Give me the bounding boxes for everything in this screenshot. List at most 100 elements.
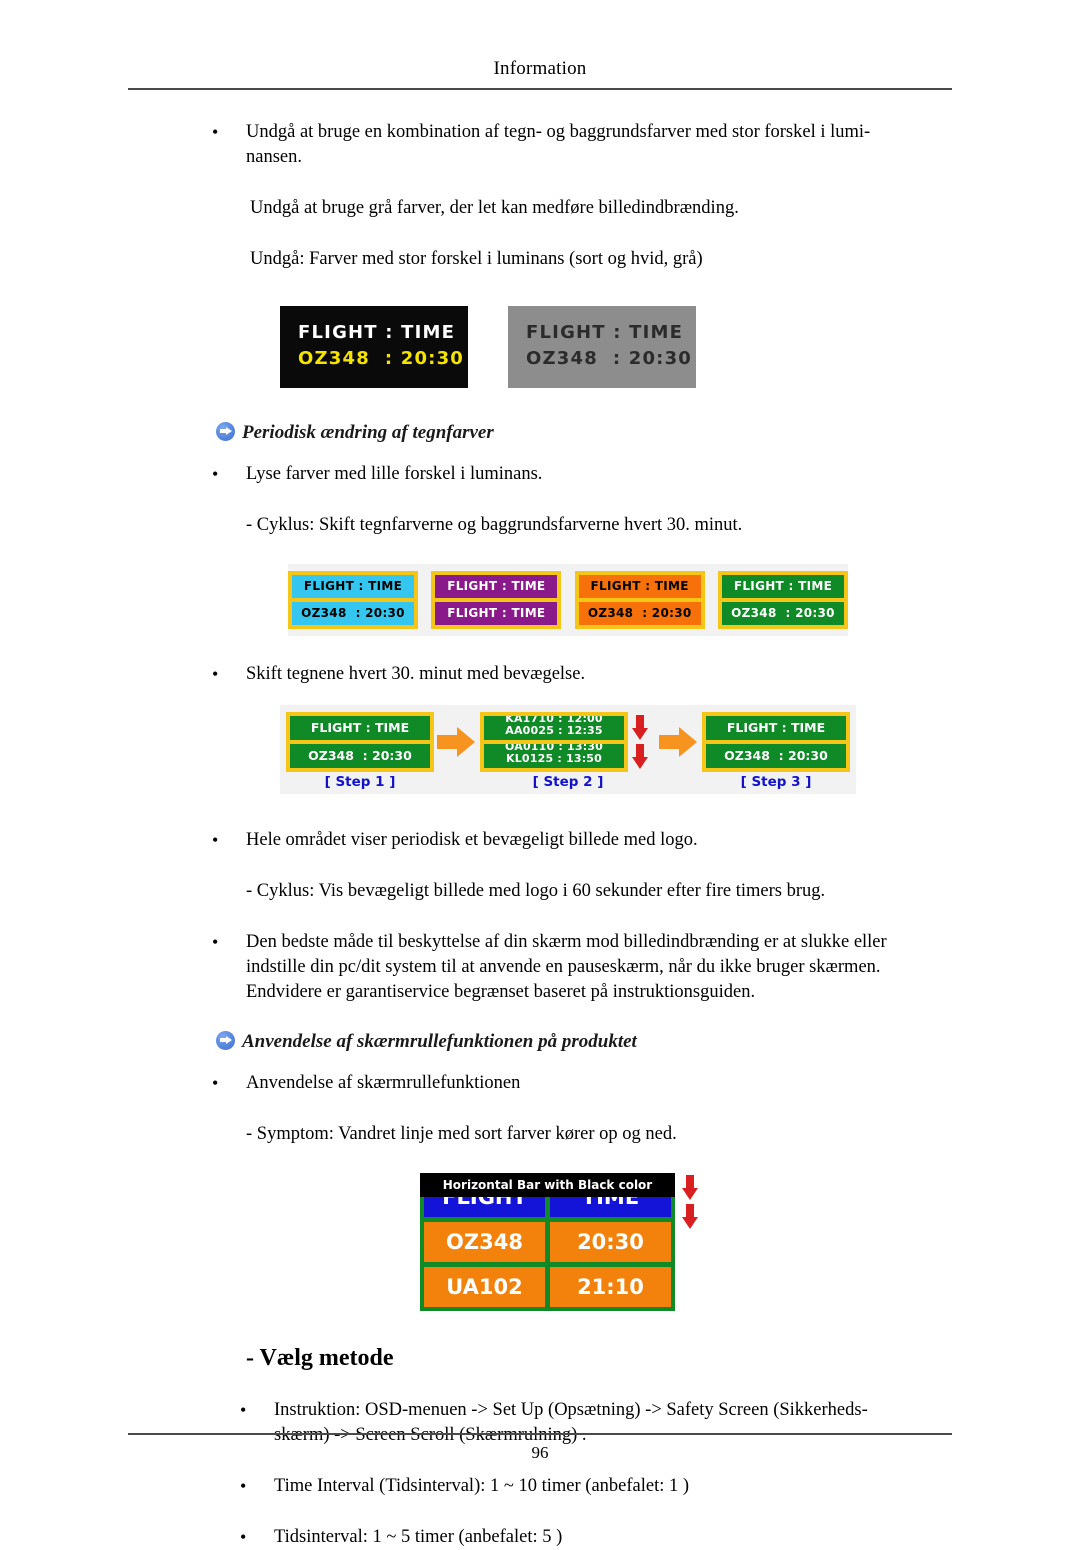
list-item: • Lyse farver med lille forskel i lumina… [128, 462, 952, 487]
page-number: 96 [531, 1443, 549, 1462]
header-title: Information [493, 58, 587, 79]
board-cell-2030: 20:30 [550, 1222, 671, 1262]
figure-steps: FLIGHT : TIME OZ348 : 20:30 KA1710 : 12:… [280, 705, 856, 794]
arrow-down-icon [632, 715, 648, 741]
arrow-down-icon [682, 1204, 698, 1230]
scroll-line-b: AA0025 : 12:35 [505, 724, 603, 737]
display-row-1: KA1710 : 12:00 AA0025 : 12:35 [484, 716, 624, 740]
page-footer: 96 [128, 1443, 952, 1463]
page-content: • Undgå at bruge en kombination af tegn-… [128, 120, 952, 1550]
list-item: • Hele området viser periodisk et bevæge… [128, 828, 952, 853]
list-item-line: indstille din pc/dit system til at anven… [246, 957, 881, 977]
section-heading-screen-scroll: Anvendelse af skærmrullefunktionen på pr… [216, 1030, 952, 1053]
board-cell-2110: 21:10 [550, 1267, 671, 1307]
list-item: • Den bedste måde til beskyttelse af din… [128, 930, 952, 1005]
list-item-text: Undgå at bruge en kombination af tegn- o… [246, 120, 952, 170]
header-divider [128, 88, 952, 90]
footer-divider [128, 1433, 952, 1435]
step2-group: KA1710 : 12:00 AA0025 : 12:35 OA0110 : 1… [480, 712, 648, 772]
display-line-oz348: OZ348 : 20:30 [298, 348, 465, 369]
document-page: Information • Undgå at bruge en kombinat… [0, 0, 1080, 1547]
subheading-vaelg-metode: - Vælg metode [246, 1345, 394, 1371]
display-panel-purple: FLIGHT : TIME FLIGHT : TIME [431, 571, 562, 629]
list-item-text: Anvendelse af skærmrullefunktionen [246, 1073, 521, 1093]
display-row-2: OZ348 : 20:30 [721, 602, 844, 625]
section-heading-label: Periodisk ændring af tegnfarver [242, 422, 494, 443]
page-header: Information [128, 58, 952, 80]
display-row-2: OZ348 : 20:30 [290, 744, 430, 768]
display-row-2: OZ348 : 20:30 [578, 602, 701, 625]
list-item-line: Instruktion: OSD-menuen -> Set Up (Opsæt… [274, 1400, 868, 1420]
paragraph-cycle-30min: - Cyklus: Skift tegnfarverne og baggrund… [246, 515, 743, 535]
step-label-1: [ Step 1 ] [324, 774, 396, 790]
display-panel-cyan: FLIGHT : TIME OZ348 : 20:30 [288, 571, 418, 629]
display-line-flight-time: FLIGHT : TIME [526, 322, 684, 343]
board-row-3: UA102 21:10 [424, 1267, 671, 1307]
section-heading-periodic-color-change: Periodisk ændring af tegnfarver [216, 421, 952, 444]
list-item-text: Time Interval (Tidsinterval): 1 ~ 10 tim… [274, 1476, 690, 1496]
list-item-text: Hele området viser periodisk et bevægeli… [246, 830, 698, 850]
list-item-text: Instruktion: OSD-menuen -> Set Up (Opsæt… [274, 1398, 952, 1448]
list-item-text: Den bedste måde til beskyttelse af din s… [246, 930, 952, 1005]
bullet-marker: • [240, 1527, 247, 1547]
display-row-1: FLIGHT : TIME [706, 716, 846, 740]
display-panel-step3: FLIGHT : TIME OZ348 : 20:30 [702, 712, 850, 772]
list-item: • Time Interval (Tidsinterval): 1 ~ 10 t… [128, 1474, 952, 1499]
board-row-2: OZ348 20:30 [424, 1222, 671, 1262]
display-row-2: OZ348 : 20:30 [706, 744, 846, 768]
display-panel-orange: FLIGHT : TIME OZ348 : 20:30 [574, 571, 705, 629]
list-item: • Instruktion: OSD-menuen -> Set Up (Ops… [128, 1398, 952, 1448]
display-row-2: OZ348 : 20:30 [292, 602, 414, 625]
display-row-2: FLIGHT : TIME [435, 602, 558, 625]
bullet-marker: • [212, 464, 219, 484]
list-item-line: Endvidere er garantiservice begrænset ba… [246, 982, 756, 1002]
bullet-marker: • [212, 1073, 219, 1093]
paragraph-symptom: - Symptom: Vandret linje med sort farver… [246, 1124, 677, 1144]
arrow-down-icon [682, 1175, 698, 1201]
paragraph-avoid-luminance: Undgå: Farver med stor forskel i luminan… [250, 249, 703, 269]
bullet-marker: • [212, 664, 219, 684]
steps-row: FLIGHT : TIME OZ348 : 20:30 KA1710 : 12:… [280, 712, 856, 772]
arrow-right-icon [216, 421, 235, 441]
display-row-1: FLIGHT : TIME [290, 716, 430, 740]
arrow-right-icon [216, 1030, 235, 1050]
list-item-text: Tidsinterval: 1 ~ 5 timer (anbefalet: 5 … [274, 1527, 563, 1547]
bullet-marker: • [212, 830, 219, 850]
arrow-down-icon [632, 744, 648, 770]
list-item-line: Undgå at bruge en kombination af tegn- o… [246, 122, 871, 142]
horizontal-black-bar: Horizontal Bar with Black color [420, 1173, 675, 1197]
board-cell-ua102: UA102 [424, 1267, 545, 1307]
list-item-line: nansen. [246, 147, 302, 167]
list-item: • Anvendelse af skærmrullefunktionen [128, 1071, 952, 1096]
list-item-text: Lyse farver med lille forskel i luminans… [246, 464, 543, 484]
figure-scroll-board: Horizontal Bar with Black color FLIGHT T… [420, 1173, 720, 1311]
bullet-marker: • [212, 932, 219, 952]
display-row-1: FLIGHT : TIME [721, 575, 844, 598]
display-panel-step2: KA1710 : 12:00 AA0025 : 12:35 OA0110 : 1… [480, 712, 628, 772]
step-label-3: [ Step 3 ] [740, 774, 812, 790]
paragraph-cycle-logo: - Cyklus: Vis bevægeligt billede med log… [246, 881, 826, 901]
display-row-1: FLIGHT : TIME [435, 575, 558, 598]
section-heading-label: Anvendelse af skærmrullefunktionen på pr… [242, 1031, 637, 1052]
scroll-line-b: KL0125 : 13:50 [505, 752, 603, 765]
display-row-1: FLIGHT : TIME [578, 575, 701, 598]
display-board: Horizontal Bar with Black color FLIGHT T… [420, 1173, 675, 1311]
bullet-marker: • [240, 1400, 247, 1420]
list-item: • Undgå at bruge en kombination af tegn-… [128, 120, 952, 170]
display-line-oz348: OZ348 : 20:30 [526, 348, 693, 369]
display-panel-black: FLIGHT : TIME OZ348 : 20:30 [280, 306, 468, 388]
step-label-2: [ Step 2 ] [532, 774, 604, 790]
display-row-1: FLIGHT : TIME [292, 575, 414, 598]
list-item-text: Skift tegnene hvert 30. minut med bevæge… [246, 664, 586, 684]
list-item: • Skift tegnene hvert 30. minut med bevæ… [128, 662, 952, 687]
figure-color-panels: FLIGHT : TIME OZ348 : 20:30 FLIGHT : TIM… [288, 564, 848, 636]
list-item: • Tidsinterval: 1 ~ 5 timer (anbefalet: … [128, 1525, 952, 1550]
display-panel-step1: FLIGHT : TIME OZ348 : 20:30 [286, 712, 434, 772]
steps-labels-row: [ Step 1 ] [ Step 2 ] [ Step 3 ] [280, 772, 856, 790]
display-line-flight-time: FLIGHT : TIME [298, 322, 456, 343]
figure-mono-displays: FLIGHT : TIME OZ348 : 20:30 FLIGHT : TIM… [280, 306, 952, 388]
bullet-marker: • [212, 122, 219, 142]
display-panel-green: FLIGHT : TIME OZ348 : 20:30 [717, 571, 848, 629]
arrow-right-icon [437, 727, 477, 757]
display-row-2: OA0110 : 13:30 KL0125 : 13:50 [484, 744, 624, 768]
